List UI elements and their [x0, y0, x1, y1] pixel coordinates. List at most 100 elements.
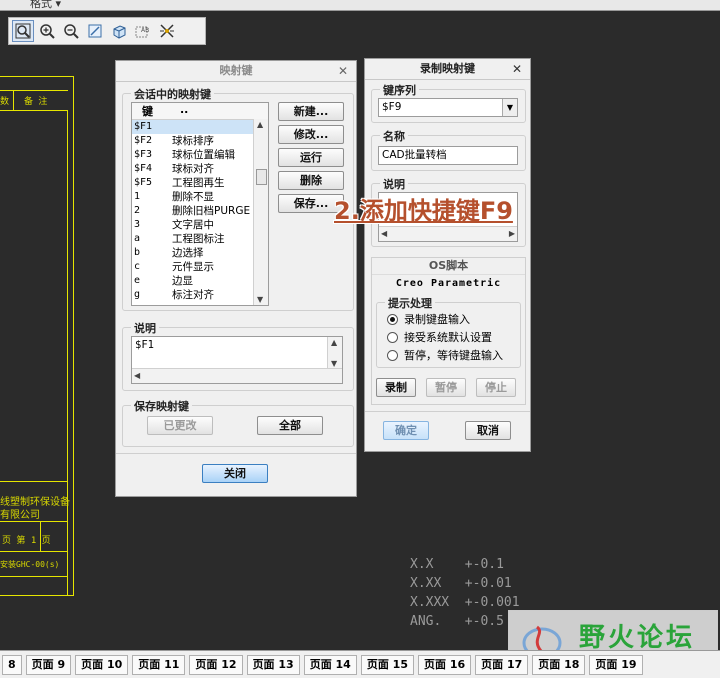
- radio-selected-icon[interactable]: [387, 313, 398, 325]
- svg-text:AB: AB: [141, 27, 149, 34]
- page-tab[interactable]: 8: [2, 654, 22, 675]
- mapkey-key: b: [134, 247, 141, 258]
- desc-scroll-down-icon[interactable]: ▼: [331, 359, 337, 368]
- page-tab[interactable]: 页面 13: [246, 654, 300, 675]
- new-mapkey-button[interactable]: 新建...: [278, 102, 344, 121]
- mapkey-description: 工程图标注: [172, 233, 225, 245]
- page-tab[interactable]: 页面 17: [475, 654, 529, 675]
- mapkey-list-item[interactable]: $F5 工程图再生: [132, 176, 254, 190]
- run-mapkey-button[interactable]: 运行: [278, 148, 344, 167]
- page-tabs: 8 页面 9 页面 10 页面 11 页面 12 页面 13 页面 14 页面 15 页面 16…: [0, 654, 647, 675]
- mapkeys-title-text: 映射键: [219, 64, 253, 77]
- display-toggle-icon[interactable]: [156, 20, 178, 42]
- record-button[interactable]: 录制: [376, 378, 416, 397]
- name-label: 名称: [380, 128, 408, 144]
- name-input[interactable]: CAD批量转档: [378, 146, 518, 165]
- os-script-group: OS脚本 Creo Parametric 提示处理 录制键盘输入 接受系统默认设…: [371, 257, 526, 405]
- scroll-thumb[interactable]: [256, 169, 267, 185]
- desc-scroll-up-icon[interactable]: ▲: [331, 338, 337, 347]
- mapkey-description: 文字居中: [172, 219, 214, 231]
- mapkey-list-item[interactable]: a 工程图标注: [132, 232, 254, 246]
- chevron-down-icon[interactable]: ▼: [502, 99, 517, 116]
- mapkeys-dialog: 映射键 ✕ 会话中的映射键 键 .. $F1 $F2 球标排序 $F3 球标位置编辑 $F…: [115, 60, 357, 497]
- radio-accept-defaults[interactable]: 接受系统默认设置: [387, 329, 492, 345]
- page-tab[interactable]: 页面 18: [532, 654, 586, 675]
- radio-icon[interactable]: [387, 349, 398, 361]
- mapkey-list-item[interactable]: $F2 球标排序: [132, 134, 254, 148]
- close-icon[interactable]: ✕: [338, 61, 348, 81]
- column-header-key[interactable]: 键: [132, 103, 170, 119]
- scroll-down-icon[interactable]: ▼: [257, 295, 263, 304]
- delete-mapkey-button[interactable]: 删除: [278, 171, 344, 190]
- mapkey-list-item[interactable]: $F3 球标位置编辑: [132, 148, 254, 162]
- table-header-qty: 数: [0, 97, 10, 107]
- tolerance-note: X.X +-0.1 X.XX +-0.01 X.XXX +-0.001 ANG.…: [410, 557, 520, 629]
- page-tab[interactable]: 页面 11: [132, 654, 186, 675]
- menu-strip: 格式 ▾: [0, 0, 720, 11]
- mapkey-key: $F1: [134, 121, 153, 132]
- zoom-fit-icon[interactable]: [12, 20, 34, 42]
- radio-icon[interactable]: [387, 331, 398, 343]
- save-all-button[interactable]: 全部: [257, 416, 323, 435]
- close-button[interactable]: 关闭: [202, 464, 268, 483]
- scroll-up-icon[interactable]: ▲: [257, 120, 263, 129]
- mapkey-list-item[interactable]: g 标注对齐: [132, 288, 254, 302]
- mapkey-list[interactable]: 键 .. $F1 $F2 球标排序 $F3 球标位置编辑 $F4 球标对齐 $F5 工程图再生 1…: [131, 102, 269, 306]
- orientation-icon[interactable]: [108, 20, 130, 42]
- zoom-out-icon[interactable]: [60, 20, 82, 42]
- creo-parametric-tab[interactable]: Creo Parametric: [372, 276, 525, 292]
- pause-button[interactable]: 暂停: [426, 378, 466, 397]
- radio-pause-wait[interactable]: 暂停，等待键盘输入: [387, 347, 503, 363]
- mapkey-list-item[interactable]: $F4 球标对齐: [132, 162, 254, 176]
- drawing-title-block: 数 备 注 线塑制环保设备 有限公司 页 第 1 页 安装GHC-00(s): [0, 76, 74, 596]
- text-style-icon[interactable]: AB: [132, 20, 154, 42]
- description-vscroll[interactable]: ▲ ▼: [327, 337, 342, 369]
- key-sequence-group: 键序列 $F9 ▼: [371, 82, 526, 123]
- page-tab[interactable]: 页面 10: [75, 654, 129, 675]
- radio-record-keyboard[interactable]: 录制键盘输入: [387, 311, 470, 327]
- mapkey-list-item[interactable]: c 元件显示: [132, 260, 254, 274]
- stop-button[interactable]: 停止: [476, 378, 516, 397]
- tutorial-annotation: 2.添加快捷键F9: [334, 197, 513, 225]
- mapkey-rows: $F1 $F2 球标排序 $F3 球标位置编辑 $F4 球标对齐 $F5 工程图再生 1 删除不显 2…: [132, 120, 254, 302]
- column-header-desc[interactable]: ..: [170, 103, 188, 119]
- mapkey-description: 工程图再生: [172, 177, 225, 189]
- modify-mapkey-button[interactable]: 修改...: [278, 125, 344, 144]
- session-mapkeys-label: 会话中的映射键: [131, 86, 214, 102]
- mapkey-list-item[interactable]: b 边选择: [132, 246, 254, 260]
- radio-label: 录制键盘输入: [404, 313, 470, 326]
- desc-scroll-left-icon[interactable]: ◀: [134, 371, 140, 380]
- save-changed-button[interactable]: 已更改: [147, 416, 213, 435]
- record-title-text: 录制映射键: [420, 62, 475, 75]
- mapkey-list-item[interactable]: 1 删除不显: [132, 190, 254, 204]
- description-box[interactable]: $F1 ▲ ▼ ◀: [131, 336, 343, 384]
- page-tab[interactable]: 页面 16: [417, 654, 472, 675]
- page-tab[interactable]: 页面 14: [303, 654, 357, 675]
- record-desc-scroll-left-icon[interactable]: ◀: [381, 229, 387, 238]
- page-tab[interactable]: 页面 12: [189, 654, 243, 675]
- mapkey-list-item[interactable]: $F1: [132, 120, 254, 134]
- os-script-header[interactable]: OS脚本: [372, 258, 525, 275]
- mapkey-key: $F2: [134, 135, 153, 146]
- prompt-handling-label: 提示处理: [385, 295, 435, 311]
- mapkey-list-item[interactable]: e 边显: [132, 274, 254, 288]
- ok-button[interactable]: 确定: [383, 421, 429, 440]
- radio-label: 接受系统默认设置: [404, 331, 492, 344]
- cancel-button[interactable]: 取消: [465, 421, 511, 440]
- page-tab[interactable]: 页面 19: [589, 654, 643, 675]
- record-desc-scroll-right-icon[interactable]: ▶: [509, 229, 515, 238]
- mapkey-list-item[interactable]: 3 文字居中: [132, 218, 254, 232]
- close-icon[interactable]: ✕: [512, 59, 522, 79]
- mapkey-list-scrollbar[interactable]: ▲ ▼: [253, 119, 268, 305]
- description-hscroll[interactable]: ◀: [132, 368, 342, 383]
- key-sequence-input[interactable]: $F9 ▼: [378, 98, 518, 117]
- zoom-in-icon[interactable]: [36, 20, 58, 42]
- format-menu[interactable]: 格式 ▾: [30, 0, 61, 11]
- mapkey-list-item[interactable]: 2 删除旧档PURGE: [132, 204, 254, 218]
- page-tab[interactable]: 页面 15: [360, 654, 414, 675]
- sheet-number: 页 第 1 页: [2, 536, 51, 546]
- drawing-number: 安装GHC-00(s): [0, 560, 60, 569]
- repaint-icon[interactable]: [84, 20, 106, 42]
- page-tab[interactable]: 页面 9: [25, 654, 72, 675]
- record-desc-hscroll[interactable]: ◀ ▶: [379, 226, 517, 241]
